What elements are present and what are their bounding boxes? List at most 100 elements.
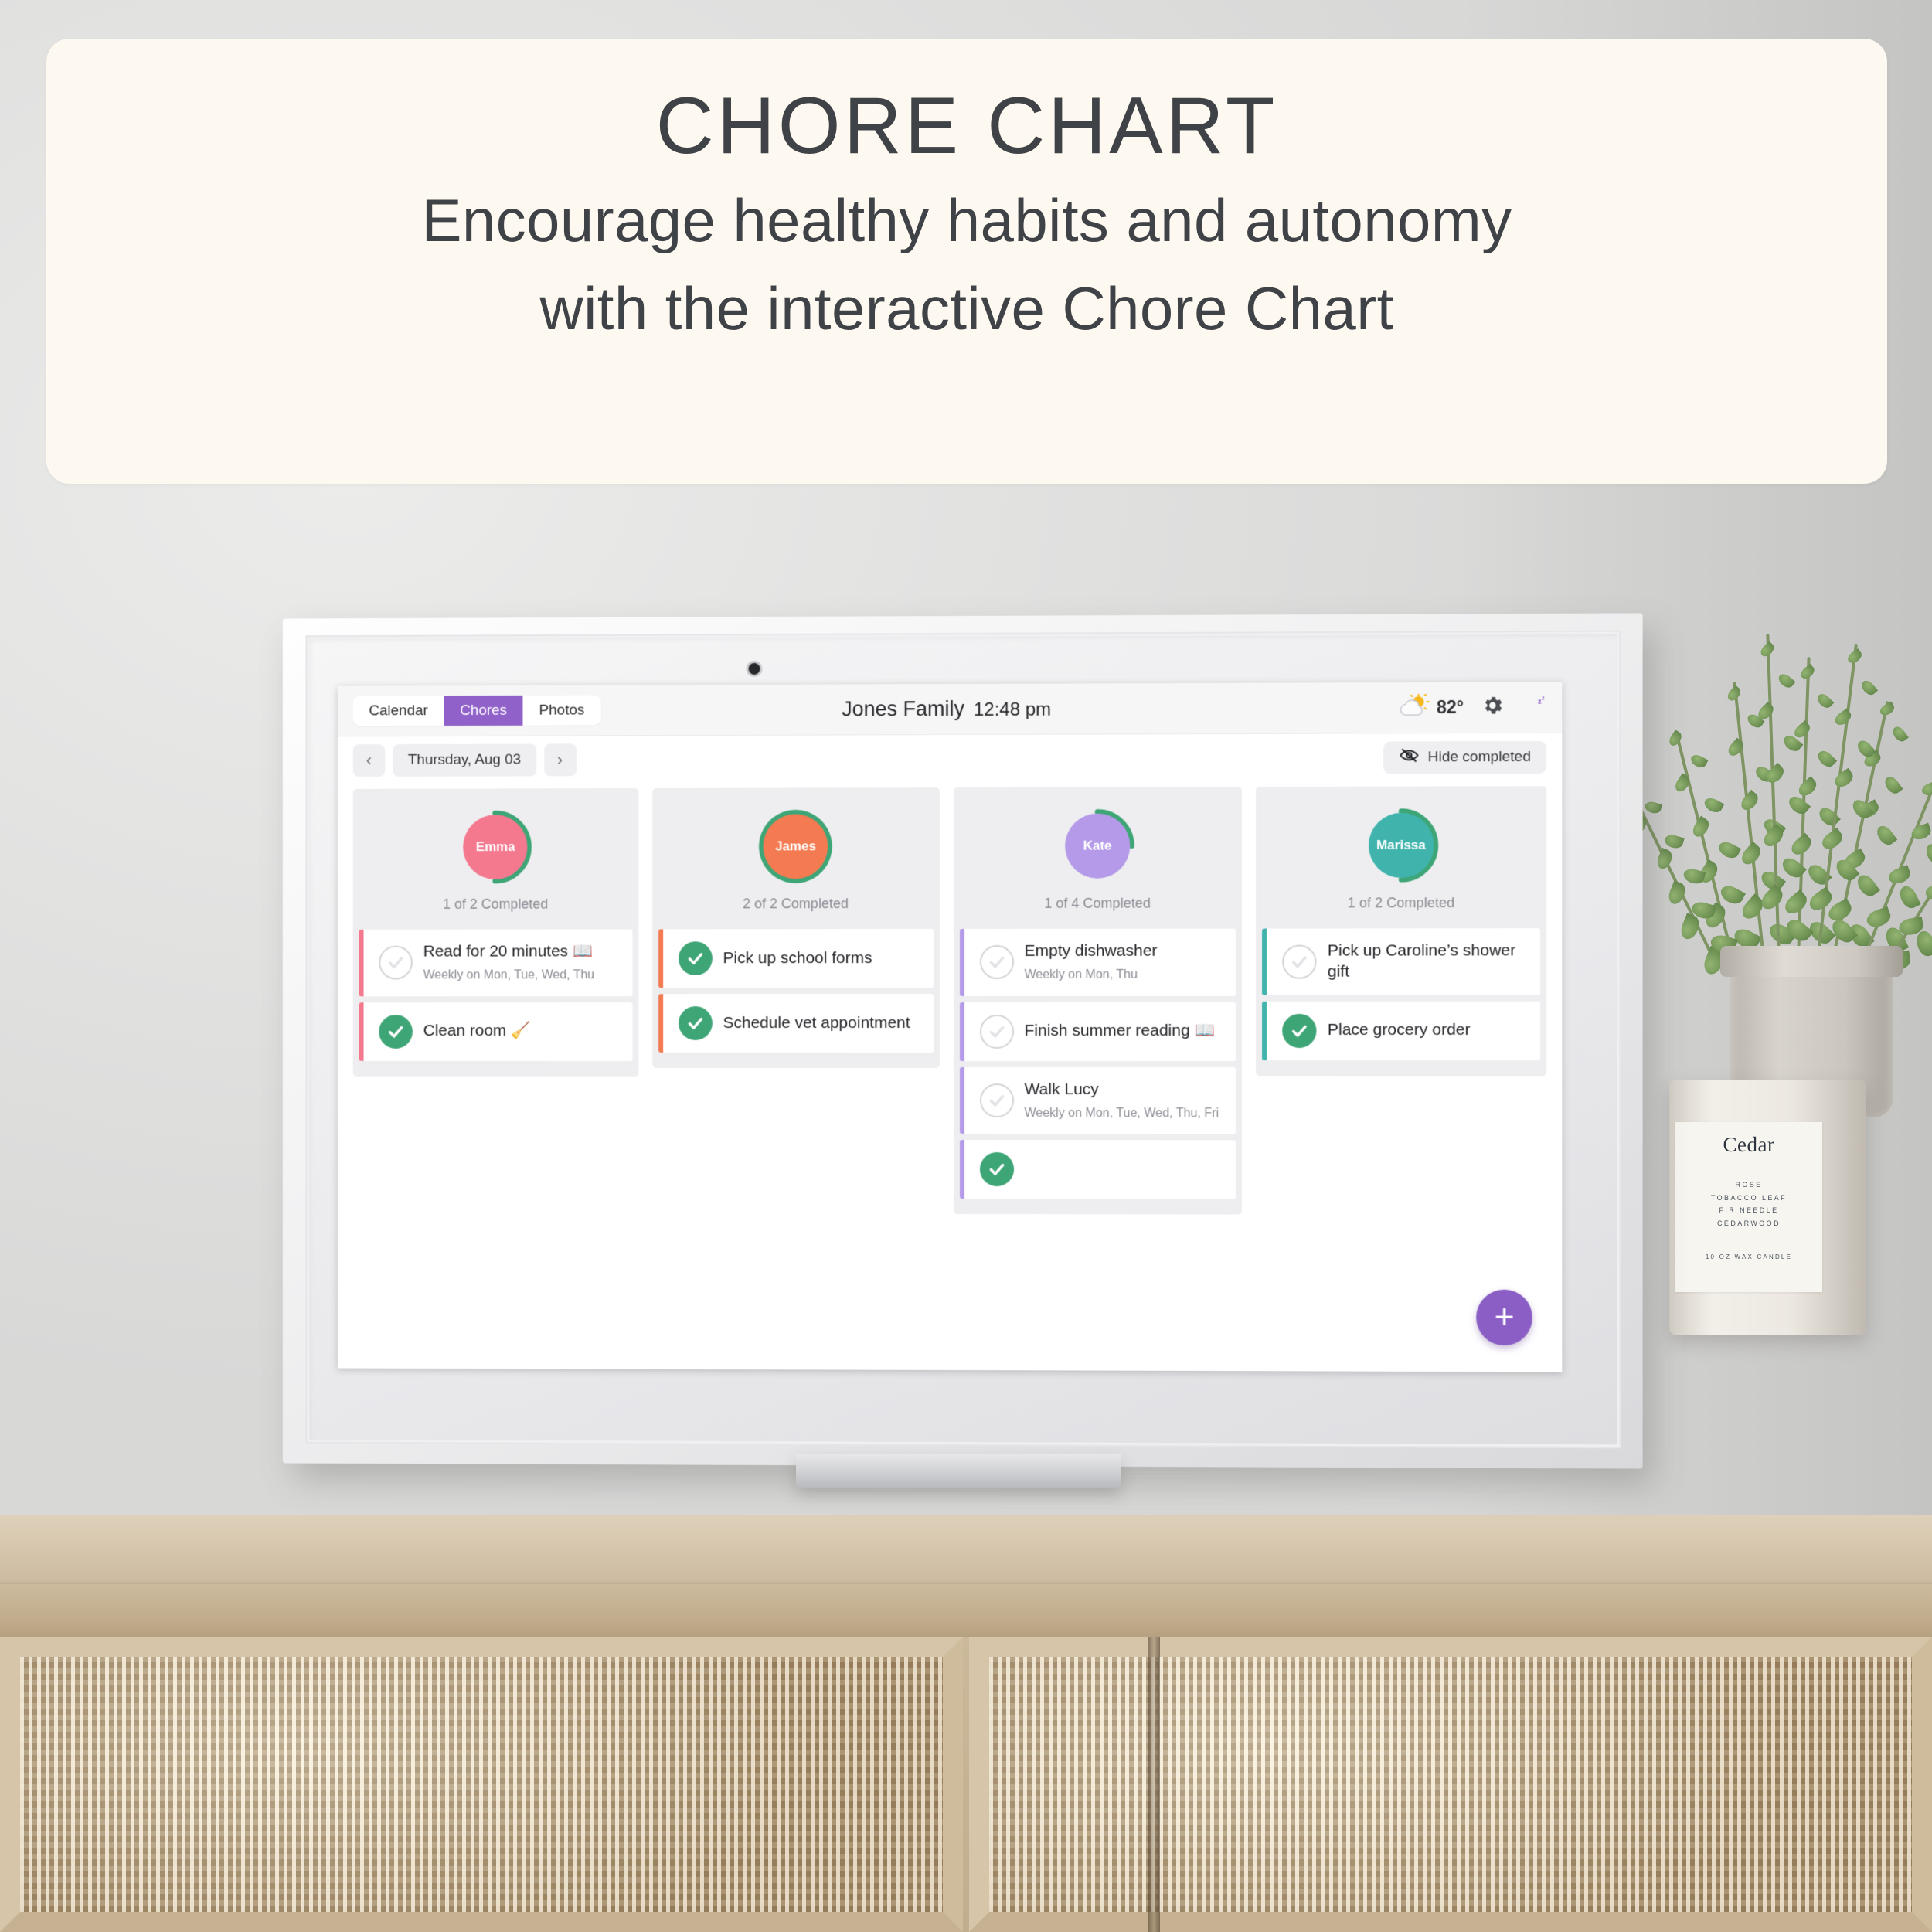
chore-item[interactable]: Read for 20 minutes 📖 Weekly on Mon, Tue,… — [359, 929, 633, 997]
chore-item[interactable]: Pick up school forms — [658, 929, 934, 988]
plant-leaf — [1758, 641, 1777, 659]
chore-checkbox[interactable] — [1282, 1013, 1317, 1048]
candle-brand: Cedar — [1723, 1133, 1775, 1156]
plant-leaf — [1737, 789, 1761, 813]
person-column-james: James 2 of 2 Completed Pick up school form… — [651, 787, 940, 1068]
chore-item[interactable]: Schedule vet appointment — [658, 994, 934, 1053]
chore-title: Place grocery order — [1327, 1021, 1471, 1039]
chore-checkbox[interactable] — [1282, 944, 1317, 979]
progress-label: 1 of 2 Completed — [443, 896, 549, 912]
plant-leaf — [1815, 747, 1838, 770]
prev-day-button[interactable]: ‹ — [352, 744, 386, 777]
progress-ring: Emma — [457, 808, 534, 886]
plant-leaf — [1702, 795, 1725, 816]
cabinet-door-right — [969, 1637, 1932, 1932]
chore-item[interactable] — [959, 1140, 1236, 1199]
cabinet-doors — [0, 1637, 1932, 1932]
moon-zzz-icon[interactable]: z z — [1522, 693, 1546, 720]
person-header[interactable]: Emma 1 of 2 Completed — [359, 794, 633, 920]
plant-leaf — [1718, 882, 1746, 907]
plant-leaf — [1854, 872, 1881, 900]
chore-item[interactable]: Clean room 🧹 — [359, 1002, 633, 1061]
chore-text: Clean room 🧹 — [423, 1021, 531, 1042]
tab-photos[interactable]: Photos — [523, 696, 600, 726]
promo-banner: CHORE CHART Encourage healthy habits and… — [46, 39, 1887, 484]
chore-checkbox[interactable] — [678, 1006, 713, 1041]
plant-leaf — [1859, 678, 1879, 698]
chore-title: Empty dishwasher — [1024, 941, 1158, 960]
chore-checkbox[interactable] — [379, 945, 413, 980]
avatar: James — [763, 814, 828, 879]
plant-leaf — [1798, 663, 1817, 681]
chore-text: Pick up school forms — [723, 948, 872, 969]
date-toolbar: ‹ Thursday, Aug 03 › Hide completed — [337, 733, 1563, 784]
chore-text: Schedule vet appointment — [723, 1013, 910, 1034]
candle-jar: Cedar ROSE TOBACCO LEAF FIR NEEDLE CEDARWOO… — [1669, 1080, 1866, 1335]
tab-calendar[interactable]: Calendar — [353, 696, 444, 726]
plant-leaf — [1764, 763, 1787, 787]
person-header[interactable]: James 2 of 2 Completed — [658, 794, 934, 920]
gear-icon[interactable] — [1481, 694, 1504, 721]
plant-leaf — [1690, 815, 1713, 840]
plant-branch — [1766, 634, 1781, 959]
candle-notes: ROSE TOBACCO LEAF FIR NEEDLE CEDARWOOD — [1675, 1179, 1822, 1230]
chore-checkbox[interactable] — [979, 1014, 1014, 1049]
chore-list: Read for 20 minutes 📖 Weekly on Mon, Tue,… — [359, 929, 633, 1061]
hide-completed-label: Hide completed — [1427, 748, 1531, 766]
chore-columns: Emma 1 of 2 Completed Read for 20 minutes … — [338, 781, 1562, 1372]
weather-widget[interactable]: 82° — [1397, 694, 1464, 721]
temperature-value: 82° — [1436, 696, 1464, 718]
camera-icon — [748, 662, 760, 675]
chore-checkbox[interactable] — [979, 1152, 1014, 1187]
avatar: Emma — [463, 815, 528, 879]
plant-leaf — [1832, 708, 1854, 728]
plant-leaf — [1776, 671, 1796, 691]
plant-leaf — [1785, 793, 1811, 818]
chore-list: Pick up school forms Schedule vet appoint… — [658, 929, 934, 1053]
chore-item[interactable]: Place grocery order — [1262, 1001, 1541, 1060]
chore-text: Empty dishwasher Weekly on Mon, Thu — [1025, 941, 1158, 984]
chore-item[interactable]: Walk Lucy Weekly on Mon, Tue, Wed, Thu, F… — [959, 1066, 1236, 1134]
chore-checkbox[interactable] — [979, 1083, 1014, 1118]
banner-subtitle-line1: Encourage healthy habits and autonomy — [421, 186, 1512, 255]
next-day-button[interactable]: › — [543, 743, 577, 777]
chore-item[interactable]: Empty dishwasher Weekly on Mon, Thu — [959, 928, 1236, 996]
chore-item[interactable]: Pick up Caroline’s shower gift — [1262, 928, 1541, 995]
candle-note: FIR NEEDLE — [1719, 1206, 1779, 1215]
plant-leaf — [1781, 889, 1811, 918]
avatar: Kate — [1064, 813, 1131, 879]
tab-chores[interactable]: Chores — [444, 695, 523, 726]
chore-checkbox[interactable] — [979, 945, 1014, 980]
current-date-pill[interactable]: Thursday, Aug 03 — [393, 743, 536, 777]
chore-list: Pick up Caroline’s shower gift Place groc… — [1262, 928, 1541, 1060]
person-header[interactable]: Marissa 1 of 2 Completed — [1262, 792, 1540, 919]
chore-title: Clean room 🧹 — [423, 1022, 531, 1040]
chore-checkbox[interactable] — [379, 1014, 413, 1049]
plant-leaf — [1877, 701, 1896, 718]
eye-slash-icon — [1399, 747, 1419, 768]
chore-item[interactable]: Finish summer reading 📖 — [959, 1002, 1236, 1061]
add-chore-button[interactable]: + — [1476, 1289, 1532, 1346]
topbar-right-group: 82° z z — [1397, 693, 1546, 721]
chore-title: Schedule vet appointment — [723, 1013, 910, 1032]
sun-behind-cloud-icon — [1397, 694, 1430, 721]
candle-size: 10 OZ WAX CANDLE — [1705, 1253, 1793, 1260]
person-column-marissa: Marissa 1 of 2 Completed Pick up Caroline’… — [1256, 786, 1547, 1077]
chore-text: Finish summer reading 📖 — [1025, 1021, 1215, 1042]
candle-note: ROSE — [1735, 1181, 1763, 1189]
plant-leaf — [1923, 841, 1932, 866]
plant-leaf — [1738, 841, 1764, 868]
chore-checkbox[interactable] — [678, 941, 713, 976]
plant-leaf — [1662, 833, 1685, 851]
plant-leaf — [1815, 691, 1835, 711]
person-header[interactable]: Kate 1 of 4 Completed — [959, 793, 1236, 920]
plant-leaf — [1882, 774, 1903, 796]
plant-leaf — [1886, 864, 1913, 886]
chore-title: Pick up Caroline’s shower gift — [1327, 941, 1516, 981]
banner-title: CHORE CHART — [655, 81, 1278, 171]
candle-note: CEDARWOOD — [1717, 1219, 1781, 1227]
hide-completed-button[interactable]: Hide completed — [1383, 740, 1547, 774]
sideboard-top — [0, 1515, 1932, 1592]
plant-leaf — [1864, 906, 1893, 930]
tab-bar: Calendar Chores Photos — [352, 695, 601, 726]
